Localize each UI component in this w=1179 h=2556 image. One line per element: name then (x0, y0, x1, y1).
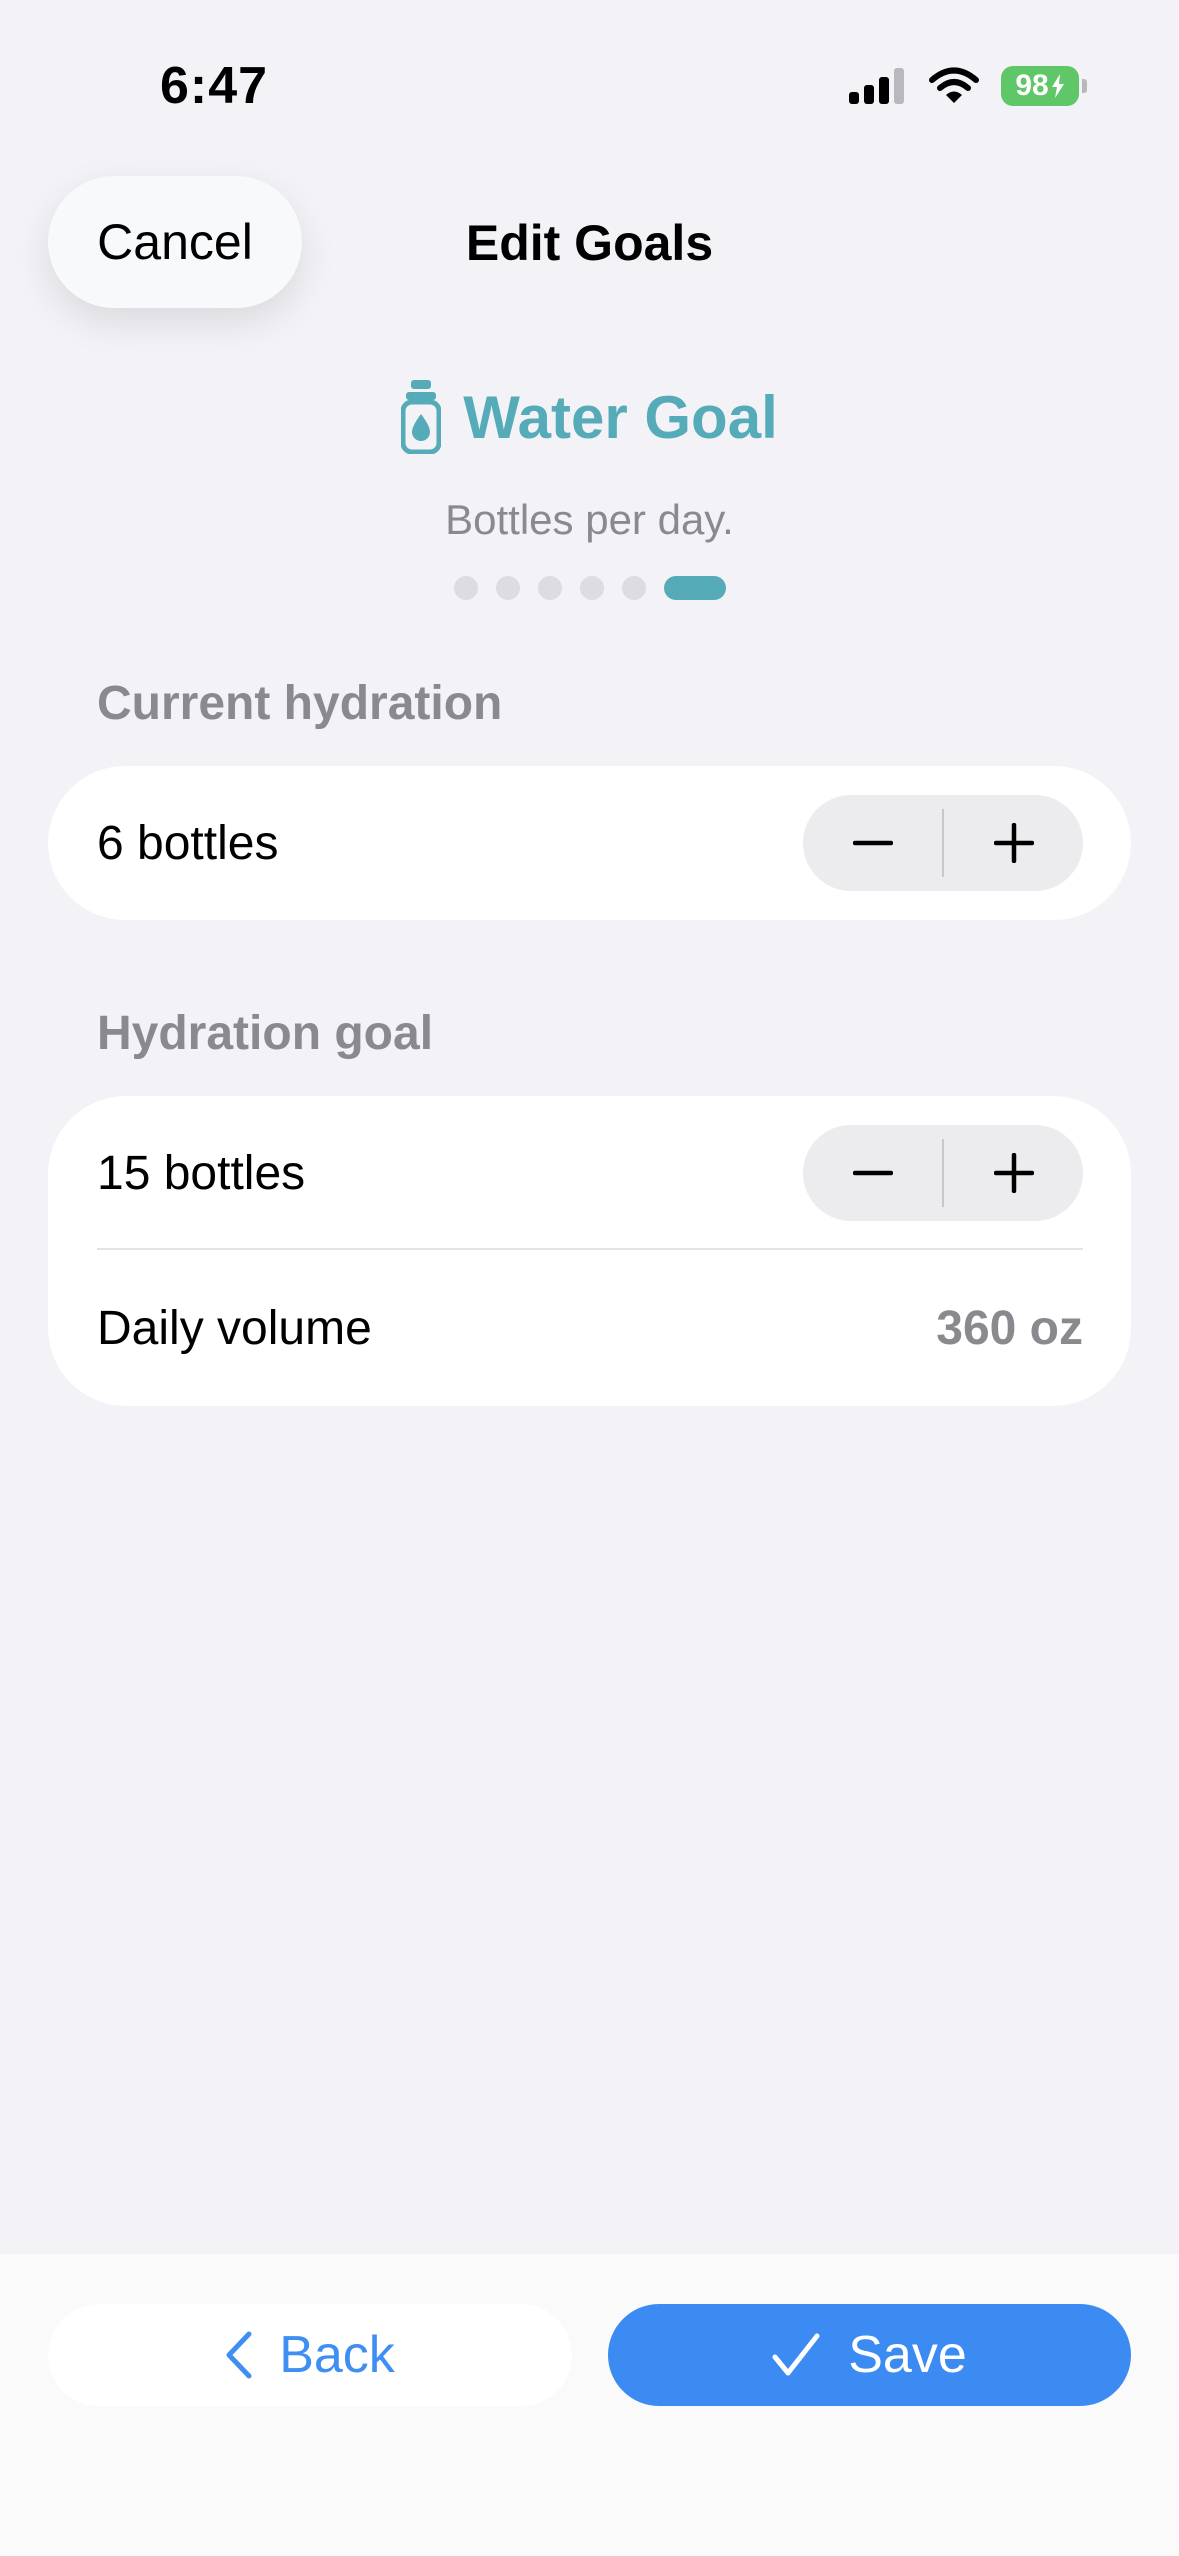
back-label: Back (279, 2326, 395, 2384)
battery-icon: 98 (1001, 66, 1087, 106)
page-title: Edit Goals (465, 215, 714, 271)
water-bottle-icon (401, 380, 442, 454)
goal-heading: Water Goal (0, 380, 1179, 454)
checkmark-icon (772, 2333, 820, 2376)
chevron-left-icon (226, 2331, 252, 2379)
back-button[interactable]: Back (48, 2304, 572, 2406)
save-label: Save (848, 2326, 967, 2384)
plus-icon (993, 823, 1034, 863)
current-hydration-stepper[interactable] (803, 795, 1083, 891)
save-button[interactable]: Save (608, 2304, 1131, 2406)
hydration-goal-row: 15 bottles (48, 1096, 1131, 1250)
status-icons: 98 (849, 66, 1087, 106)
plus-icon (993, 1153, 1034, 1193)
current-hydration-row: 6 bottles (48, 766, 1131, 920)
daily-volume-row: Daily volume 360 oz (48, 1250, 1131, 1406)
increment-button[interactable] (944, 1125, 1083, 1221)
page-dot (621, 576, 646, 600)
hydration-goal-value: 15 bottles (97, 1146, 306, 1200)
battery-level: 98 (1015, 69, 1049, 102)
goal-title: Water Goal (463, 383, 778, 451)
cellular-signal-icon (849, 68, 904, 104)
page-dot-active (663, 576, 726, 600)
charging-bolt-icon (1051, 74, 1064, 98)
page-dot (453, 576, 478, 600)
page-dot (495, 576, 520, 600)
daily-volume-label: Daily volume (97, 1301, 372, 1355)
page-dot (537, 576, 562, 600)
minus-icon (852, 840, 893, 846)
page-indicator (0, 576, 1179, 600)
hydration-goal-label: Hydration goal (97, 1007, 434, 1060)
decrement-button[interactable] (803, 795, 942, 891)
current-hydration-value: 6 bottles (97, 816, 279, 870)
wifi-icon (929, 67, 979, 103)
hydration-goal-stepper[interactable] (803, 1125, 1083, 1221)
page-dot (579, 576, 604, 600)
hydration-goal-card: 15 bottles Daily volume 360 oz (48, 1096, 1131, 1406)
current-hydration-label: Current hydration (97, 677, 503, 730)
increment-button[interactable] (944, 795, 1083, 891)
current-hydration-card: 6 bottles (48, 766, 1131, 920)
decrement-button[interactable] (803, 1125, 942, 1221)
goal-subtitle: Bottles per day. (445, 496, 734, 543)
status-time: 6:47 (160, 57, 269, 115)
minus-icon (852, 1170, 893, 1176)
daily-volume-value: 360 oz (936, 1301, 1083, 1355)
